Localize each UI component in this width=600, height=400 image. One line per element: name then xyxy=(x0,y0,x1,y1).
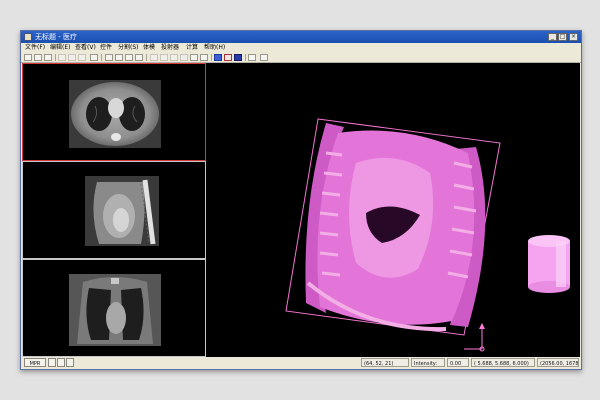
app-icon xyxy=(24,33,32,41)
minimize-button[interactable]: _ xyxy=(548,33,557,41)
maximize-button[interactable]: □ xyxy=(558,33,567,41)
menu-edit[interactable]: 编辑(E) xyxy=(50,43,70,53)
menu-file[interactable]: 文件(F) xyxy=(25,43,45,53)
paste-button[interactable] xyxy=(78,54,86,61)
close-button[interactable]: × xyxy=(569,33,578,41)
toolbar xyxy=(21,53,581,63)
sagittal-ct-slice xyxy=(85,176,159,246)
view-mode-toggle-3[interactable] xyxy=(66,358,74,367)
select-button[interactable] xyxy=(150,54,158,61)
first-frame-button[interactable] xyxy=(105,54,113,61)
menu-control[interactable]: 控件 xyxy=(100,43,112,53)
measure-button[interactable] xyxy=(200,54,208,61)
save-button[interactable] xyxy=(44,54,52,61)
menu-bar: 文件(F) 编辑(E) 查看(V) 控件 分割(S) 体模 投射器 计算 帮助(… xyxy=(21,43,581,53)
minimize-icon: _ xyxy=(551,33,554,40)
axial-ct-slice xyxy=(69,80,161,148)
tool-button[interactable] xyxy=(248,54,256,61)
close-icon: × xyxy=(570,33,577,40)
mpr-mode-button[interactable]: MPR xyxy=(24,358,46,367)
render-3d-view[interactable] xyxy=(206,63,580,357)
cylinder-model xyxy=(528,235,570,293)
toolbar-separator xyxy=(245,54,246,61)
last-frame-button[interactable] xyxy=(135,54,143,61)
render-cube-button[interactable] xyxy=(234,54,242,61)
zoom-button[interactable] xyxy=(180,54,188,61)
menu-compute[interactable]: 计算 xyxy=(186,43,198,53)
menu-view[interactable]: 查看(V) xyxy=(75,43,96,53)
rotate-button[interactable] xyxy=(160,54,168,61)
open-button[interactable] xyxy=(34,54,42,61)
view-mode-toggle-2[interactable] xyxy=(57,358,65,367)
maximize-icon: □ xyxy=(559,33,566,40)
status-bar: MPR (64, 52, 21) Intensity: 0.00 ( 5.688… xyxy=(21,357,581,369)
view-mode-toggle-1[interactable] xyxy=(48,358,56,367)
toolbar-separator xyxy=(146,54,147,61)
status-intensity-label: Intensity: xyxy=(411,358,445,367)
menu-segment[interactable]: 分割(S) xyxy=(118,43,139,53)
pan-button[interactable] xyxy=(170,54,178,61)
print-button[interactable] xyxy=(90,54,98,61)
menu-phantom[interactable]: 体模 xyxy=(143,43,155,53)
sagittal-view-pane[interactable] xyxy=(22,161,206,259)
toolbar-separator xyxy=(211,54,212,61)
pointer-button[interactable] xyxy=(190,54,198,61)
status-size: (2056.00, 1678.00) xyxy=(537,358,579,367)
axial-view-pane[interactable] xyxy=(22,63,206,161)
menu-projector[interactable]: 投射器 xyxy=(161,43,179,53)
title-bar[interactable]: 无标题 - 医疗 _ □ × xyxy=(21,31,581,43)
coronal-ct-slice xyxy=(69,274,161,346)
menu-help[interactable]: 帮助(H) xyxy=(204,43,225,53)
next-frame-button[interactable] xyxy=(125,54,133,61)
cut-button[interactable] xyxy=(58,54,66,61)
copy-button[interactable] xyxy=(68,54,76,61)
status-spacing: ( 5.688, 5.688, 6.000) xyxy=(471,358,535,367)
coronal-view-pane[interactable] xyxy=(22,259,206,357)
help-button[interactable] xyxy=(260,54,268,61)
app-window: 无标题 - 医疗 _ □ × 文件(F) 编辑(E) 查看(V) 控件 分割(S… xyxy=(20,30,582,370)
orientation-axes xyxy=(464,323,485,352)
new-button[interactable] xyxy=(24,54,32,61)
window-title: 无标题 - 医疗 xyxy=(35,33,77,41)
prev-frame-button[interactable] xyxy=(115,54,123,61)
render-blue-button[interactable] xyxy=(214,54,222,61)
toolbar-separator xyxy=(101,54,102,61)
toolbar-separator xyxy=(55,54,56,61)
status-position: (64, 52, 21) xyxy=(361,358,409,367)
render-red-button[interactable] xyxy=(224,54,232,61)
status-intensity-value: 0.00 xyxy=(447,358,469,367)
viewport[interactable] xyxy=(22,63,580,357)
